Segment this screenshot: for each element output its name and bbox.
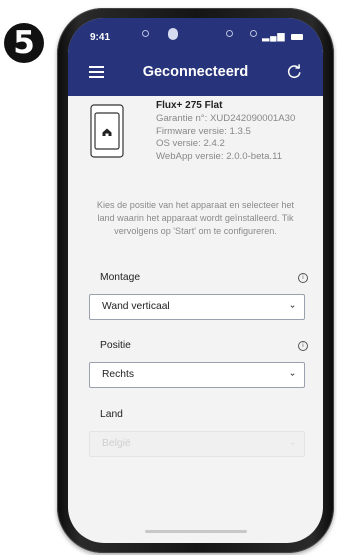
refresh-icon[interactable] <box>287 64 302 79</box>
app-header: 9:41 ▂▄▆ Geconnecteerd <box>68 18 323 96</box>
os-version: OS versie: 2.4.2 <box>156 138 225 150</box>
positie-label: Positie <box>100 340 131 351</box>
device-thumbnail-icon <box>90 104 124 158</box>
phone-frame: 9:41 ▂▄▆ Geconnecteerd Flux+ 275 Flat Ga… <box>57 8 334 553</box>
montage-value: Wand verticaal <box>102 301 170 312</box>
sensor-dot <box>142 30 149 37</box>
camera-lens <box>168 28 178 40</box>
info-icon[interactable]: i <box>298 341 308 351</box>
chevron-down-icon <box>290 305 295 308</box>
land-label: Land <box>100 409 123 420</box>
app-screen: 9:41 ▂▄▆ Geconnecteerd Flux+ 275 Flat Ga… <box>68 18 323 543</box>
montage-select[interactable]: Wand verticaal <box>89 294 305 320</box>
info-icon[interactable]: i <box>298 273 308 283</box>
signal-icon: ▂▄▆ <box>262 31 286 41</box>
instruction-text: Kies de positie van het apparaat en sele… <box>96 200 295 236</box>
camera-notch <box>130 26 260 42</box>
home-indicator[interactable] <box>145 530 247 533</box>
chevron-down-icon <box>290 442 295 445</box>
device-name: Flux+ 275 Flat <box>156 100 223 111</box>
status-icons: ▂▄▆ <box>262 31 303 42</box>
battery-icon <box>291 33 303 40</box>
land-value: België <box>102 438 131 449</box>
firmware-version: Firmware versie: 1.3.5 <box>156 125 251 137</box>
positie-select[interactable]: Rechts <box>89 362 305 388</box>
device-info: Flux+ 275 Flat Garantie n°: XUD242090001… <box>156 100 295 164</box>
sensor-dot <box>250 30 257 37</box>
sensor-dot <box>226 30 233 37</box>
status-time: 9:41 <box>90 32 111 43</box>
page-title: Geconnecteerd <box>142 64 249 80</box>
chevron-down-icon <box>290 373 295 376</box>
step-number-badge: 5 <box>4 23 44 63</box>
positie-value: Rechts <box>102 369 135 380</box>
webapp-version: WebApp versie: 2.0.0-beta.11 <box>156 151 283 163</box>
montage-label: Montage <box>100 272 141 283</box>
land-select[interactable]: België <box>89 431 305 457</box>
device-warranty: Garantie n°: XUD242090001A30 <box>156 112 296 124</box>
